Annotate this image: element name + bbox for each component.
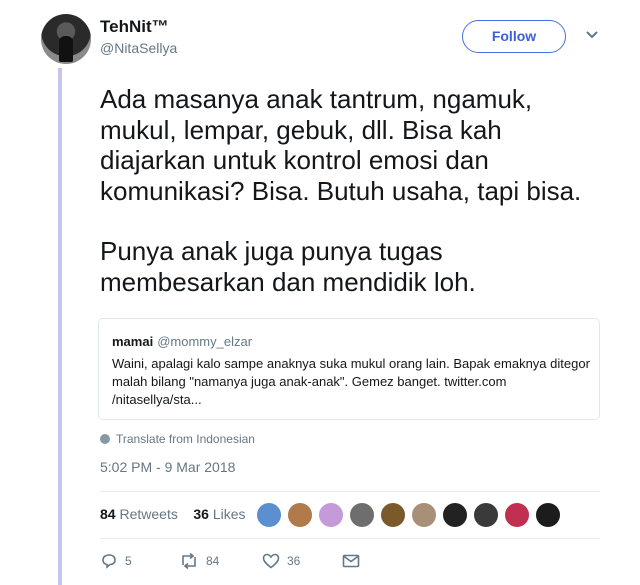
liker-avatar[interactable] bbox=[380, 502, 406, 528]
tweet-stats: 84 Retweets 36 Likes bbox=[100, 506, 246, 522]
divider bbox=[100, 538, 600, 539]
liker-avatar[interactable] bbox=[411, 502, 437, 528]
translate-label: Translate from Indonesian bbox=[116, 432, 255, 446]
liker-avatar[interactable] bbox=[473, 502, 499, 528]
quoted-author-handle: @mommy_elzar bbox=[157, 334, 253, 349]
reply-icon bbox=[102, 554, 116, 569]
retweet-icon bbox=[182, 553, 196, 569]
heart-icon bbox=[262, 553, 280, 569]
liker-avatar[interactable] bbox=[287, 502, 313, 528]
tweet-text: Ada masanya anak tantrum, ngamuk, mukul,… bbox=[100, 84, 610, 297]
quoted-tweet[interactable]: mamai @mommy_elzar Waini, apalagi kalo sa… bbox=[98, 318, 600, 420]
likes-label[interactable]: Likes bbox=[213, 506, 246, 522]
retweet-count[interactable]: 84 bbox=[100, 506, 116, 522]
like-action-count: 36 bbox=[287, 554, 301, 568]
liker-avatar[interactable] bbox=[504, 502, 530, 528]
like-button[interactable]: 36 bbox=[262, 553, 342, 569]
retweet-button[interactable]: 84 bbox=[179, 553, 262, 569]
like-count[interactable]: 36 bbox=[193, 506, 209, 522]
reply-button[interactable]: 5 bbox=[100, 553, 179, 569]
author-handle[interactable]: @NitaSellya bbox=[100, 40, 177, 56]
retweet-action-count: 84 bbox=[206, 554, 220, 568]
quoted-author-name: mamai bbox=[112, 334, 154, 349]
direct-message-button[interactable] bbox=[342, 553, 360, 569]
author-name[interactable]: TehNit™ bbox=[100, 17, 169, 37]
thread-line bbox=[58, 68, 62, 585]
liker-avatar[interactable] bbox=[535, 502, 561, 528]
retweets-label[interactable]: Retweets bbox=[119, 506, 177, 522]
translate-link[interactable]: Translate from Indonesian bbox=[100, 432, 255, 446]
liker-avatar[interactable] bbox=[318, 502, 344, 528]
envelope-icon bbox=[342, 554, 360, 568]
timestamp[interactable]: 5:02 PM - 9 Mar 2018 bbox=[100, 459, 235, 475]
chevron-down-icon[interactable] bbox=[585, 30, 599, 40]
divider bbox=[100, 491, 600, 492]
liker-avatars bbox=[256, 502, 566, 528]
liker-avatar[interactable] bbox=[256, 502, 282, 528]
reply-count: 5 bbox=[125, 554, 132, 568]
globe-icon bbox=[100, 434, 110, 444]
liker-avatar[interactable] bbox=[349, 502, 375, 528]
tweet-paragraph: Punya anak juga punya tugas membesarkan … bbox=[100, 236, 476, 297]
avatar[interactable] bbox=[41, 14, 91, 64]
quoted-text: Waini, apalagi kalo sampe anaknya suka m… bbox=[112, 356, 590, 407]
liker-avatar[interactable] bbox=[442, 502, 468, 528]
follow-button[interactable]: Follow bbox=[462, 20, 566, 53]
tweet-paragraph: Ada masanya anak tantrum, ngamuk, mukul,… bbox=[100, 84, 582, 206]
tweet-actions: 5 84 36 bbox=[100, 553, 360, 569]
